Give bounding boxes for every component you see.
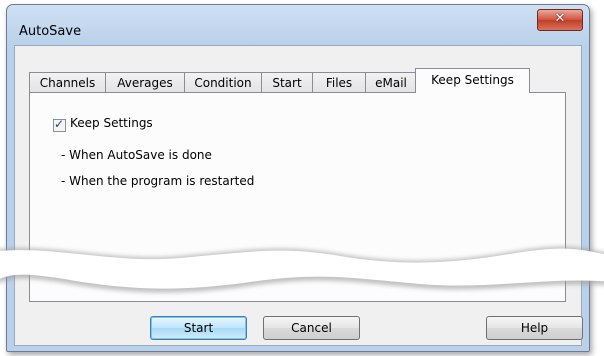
- tab-files[interactable]: Files: [312, 72, 366, 92]
- window-title: AutoSave: [19, 24, 82, 39]
- cancel-button[interactable]: Cancel: [263, 316, 360, 340]
- tab-email[interactable]: eMail: [365, 72, 417, 92]
- check-mark-icon: ✓: [54, 117, 65, 131]
- keep-settings-label: Keep Settings: [70, 116, 153, 130]
- start-button[interactable]: Start: [150, 316, 247, 340]
- title-bar[interactable]: AutoSave ✕: [7, 5, 589, 45]
- torn-edge-graphic: [0, 246, 604, 293]
- help-button[interactable]: Help: [486, 316, 583, 340]
- close-button[interactable]: ✕: [537, 9, 583, 31]
- program-restarted-text: - When the program is restarted: [61, 174, 255, 188]
- tab-channels[interactable]: Channels: [29, 72, 106, 92]
- keep-settings-checkbox[interactable]: ✓: [53, 117, 66, 132]
- tab-start[interactable]: Start: [261, 72, 313, 92]
- close-icon: ✕: [554, 11, 566, 26]
- tab-condition[interactable]: Condition: [184, 72, 262, 92]
- tab-keep-settings[interactable]: Keep Settings: [415, 68, 530, 93]
- tab-averages[interactable]: Averages: [105, 72, 185, 92]
- autosave-done-text: - When AutoSave is done: [61, 148, 212, 162]
